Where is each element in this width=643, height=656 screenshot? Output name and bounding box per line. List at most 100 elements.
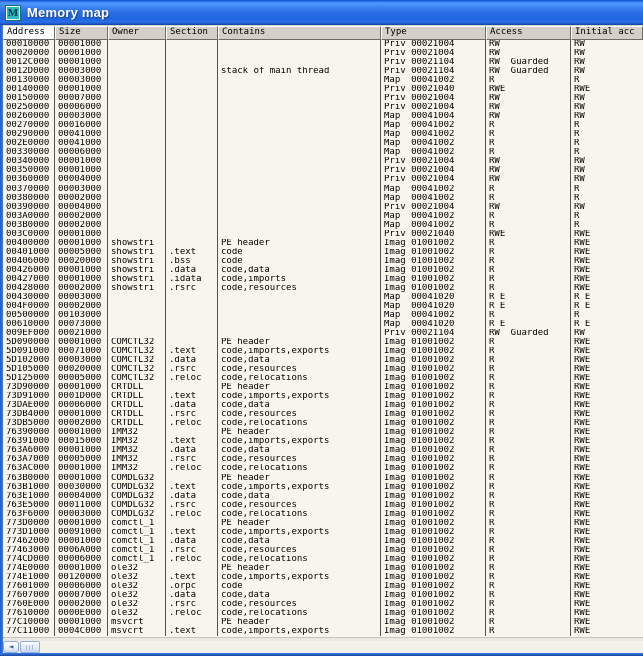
table-cell: R [486, 492, 571, 501]
table-row[interactable]: 0025000000006000Priv 00021004RWRW [3, 103, 643, 112]
table-row[interactable]: 5D10200000003000COMCTL32.datacode,dataIm… [3, 356, 643, 365]
table-row[interactable]: 773D000000001000comctl_1PE headerImag 01… [3, 519, 643, 528]
table-row[interactable]: 0042600000001000showstri.datacode,dataIm… [3, 266, 643, 275]
table-row[interactable]: 5D09100000071000COMCTL32.textcode,import… [3, 347, 643, 356]
table-row[interactable]: 73D9000000001000CRTDLLPE headerImag 0100… [3, 383, 643, 392]
table-row[interactable]: 0050000000103000Map 00041002RR [3, 311, 643, 320]
table-row[interactable]: 0035000000001000Priv 00021004RWRW [3, 166, 643, 175]
table-row[interactable]: 0001000000001000Priv 00021004RWRW [3, 40, 643, 49]
table-cell [218, 185, 381, 194]
table-cell [218, 212, 381, 221]
table-row[interactable]: 0027000000016000Map 00041002RR [3, 121, 643, 130]
table-cell: Imag 01001002 [381, 501, 486, 510]
table-row[interactable]: 763E500000011000COMDLG32.rsrccode,resour… [3, 501, 643, 510]
table-cell: R [486, 555, 571, 564]
table-row[interactable]: 0015000000007000Priv 00021004RWRW [3, 94, 643, 103]
table-cell: RW [571, 49, 643, 58]
table-cell: 00001000 [55, 58, 108, 67]
column-header-access[interactable]: Access [486, 26, 571, 40]
table-cell [166, 76, 218, 85]
column-header-initial-acc[interactable]: Initial acc [571, 26, 643, 40]
table-row[interactable]: 5D09000000001000COMCTL32PE headerImag 01… [3, 338, 643, 347]
table-row[interactable]: 774630000006A000comctl_1.rsrccode,resour… [3, 546, 643, 555]
scroll-thumb[interactable] [20, 641, 40, 653]
table-row[interactable]: 004F000000002000Map 00041020R ER E [3, 302, 643, 311]
table-cell: 004F0000 [3, 302, 55, 311]
table-row[interactable]: 0002000000001000Priv 00021004RWRW [3, 49, 643, 58]
table-row[interactable]: 0034000000001000Priv 00021004RWRW [3, 157, 643, 166]
table-row[interactable]: 5D10500000020000COMCTL32.rsrccode,resour… [3, 365, 643, 374]
table-row[interactable]: 003B000000002000Map 00041002RR [3, 221, 643, 230]
table-row[interactable]: 763E100000004000COMDLG32.datacode,dataIm… [3, 492, 643, 501]
table-row[interactable]: 73DB500000002000CRTDLL.reloccode,relocat… [3, 419, 643, 428]
table-row[interactable]: 7760100000006000ole32.orpccodeImag 01001… [3, 582, 643, 591]
table-row[interactable]: 0012D00000003000stack of main threadPriv… [3, 67, 643, 76]
table-row[interactable]: 0037000000003000Map 00041002RR [3, 185, 643, 194]
table-row[interactable]: 0036000000004000Priv 00021004RWRW [3, 175, 643, 184]
table-row[interactable]: 7746200000001000comctl_1.datacode,dataIm… [3, 537, 643, 546]
table-row[interactable]: 763A700000005000IMM32.rsrccode,resources… [3, 455, 643, 464]
table-row[interactable]: 003C000000001000Priv 00021040RWERWE [3, 230, 643, 239]
table-row[interactable]: 0040600000020000showstri.bsscodeImag 010… [3, 257, 643, 266]
table-row[interactable]: 0042800000002000showstri.rsrccode,resour… [3, 284, 643, 293]
column-header-address[interactable]: Address [3, 26, 55, 40]
table-row[interactable]: 0039000000004000Priv 00021004RWRW [3, 203, 643, 212]
column-header-owner[interactable]: Owner [108, 26, 166, 40]
column-header-section[interactable]: Section [166, 26, 218, 40]
table-row[interactable]: 763F600000003000COMDLG32.reloccode,reloc… [3, 510, 643, 519]
table-row[interactable]: 73DAE00000006000CRTDLL.datacode,dataImag… [3, 401, 643, 410]
table-row[interactable]: 0014000000001000Priv 00021040RWERWE [3, 85, 643, 94]
table-row[interactable]: 73DB400000001000CRTDLL.rsrccode,resource… [3, 410, 643, 419]
table-cell: 00001000 [55, 338, 108, 347]
table-row[interactable]: 0040000000001000showstriPE headerImag 01… [3, 239, 643, 248]
table-cell: 0012C000 [3, 58, 55, 67]
table-cell: RWE [571, 239, 643, 248]
table-row[interactable]: 763B000000001000COMDLG32PE headerImag 01… [3, 474, 643, 483]
table-row[interactable]: 774E100000120000ole32.textcode,imports,e… [3, 573, 643, 582]
column-header-size[interactable]: Size [55, 26, 108, 40]
table-row[interactable]: 0042700000001000showstri.idatacode,impor… [3, 275, 643, 284]
table-row[interactable]: 009EF00000021000Priv 00021104RW GuardedR… [3, 329, 643, 338]
table-row[interactable]: 763A600000001000IMM32.datacode,dataImag … [3, 446, 643, 455]
table-row[interactable]: 73D910000001D000CRTDLL.textcode,imports,… [3, 392, 643, 401]
table-cell [166, 157, 218, 166]
table-row[interactable]: 763B100000030000COMDLG32.textcode,import… [3, 483, 643, 492]
table-row[interactable]: 77C110000004C000msvcrt.textcode,imports,… [3, 627, 643, 636]
table-row[interactable]: 774E000000001000ole32PE headerImag 01001… [3, 564, 643, 573]
table-row[interactable]: 003A000000002000Map 00041002RR [3, 212, 643, 221]
table-cell: ole32 [108, 573, 166, 582]
scroll-left-button[interactable]: ◄ [3, 641, 19, 653]
table-cell: Imag 01001002 [381, 528, 486, 537]
table-row[interactable]: 7639100000015000IMM32.textcode,imports,e… [3, 437, 643, 446]
table-row[interactable]: 77C1000000001000msvcrtPE headerImag 0100… [3, 618, 643, 627]
table-row[interactable]: 7639000000001000IMM32PE headerImag 01001… [3, 428, 643, 437]
table-row[interactable]: 774CD00000006000comctl_1.reloccode,reloc… [3, 555, 643, 564]
table-row[interactable]: 776100000000E000ole32.reloccode,relocati… [3, 609, 643, 618]
table-row[interactable]: 763AC00000001000IMM32.reloccode,relocati… [3, 464, 643, 473]
table-row[interactable]: 0029000000041000Map 00041002RR [3, 130, 643, 139]
table-cell: RW [571, 67, 643, 76]
table-row[interactable]: 0040100000005000showstri.textcodeImag 01… [3, 248, 643, 257]
table-row[interactable]: 0038000000002000Map 00041002RR [3, 194, 643, 203]
table-row[interactable]: 773D100000091000comctl_1.textcode,import… [3, 528, 643, 537]
table-row[interactable]: 0043000000003000Map 00041020R ER E [3, 293, 643, 302]
table-row[interactable]: 7760E00000002000ole32.rsrccode,resources… [3, 600, 643, 609]
titlebar[interactable]: M Memory map [0, 0, 643, 25]
table-cell: 00001000 [55, 266, 108, 275]
column-header-type[interactable]: Type [381, 26, 486, 40]
table-cell: RWE [571, 455, 643, 464]
table-row[interactable]: 5D12500000005000COMCTL32.reloccode,reloc… [3, 374, 643, 383]
table-row[interactable]: 0013000000003000Map 00041002RR [3, 76, 643, 85]
table-cell: R [571, 185, 643, 194]
table-cell: 0012D000 [3, 67, 55, 76]
table-row[interactable]: 0061000000073000Map 00041020R ER E [3, 320, 643, 329]
table-row[interactable]: 0012C00000001000Priv 00021104RW GuardedR… [3, 58, 643, 67]
table-cell [218, 94, 381, 103]
column-header-contains[interactable]: Contains [218, 26, 381, 40]
table-cell: showstri [108, 266, 166, 275]
table-row[interactable]: 0026000000003000Map 00041004RWRW [3, 112, 643, 121]
horizontal-scrollbar[interactable]: ◄ [3, 641, 643, 653]
table-row[interactable]: 002E000000041000Map 00041002RR [3, 139, 643, 148]
table-row[interactable]: 7760700000007000ole32.datacode,dataImag … [3, 591, 643, 600]
table-row[interactable]: 0033000000006000Map 00041002RR [3, 148, 643, 157]
